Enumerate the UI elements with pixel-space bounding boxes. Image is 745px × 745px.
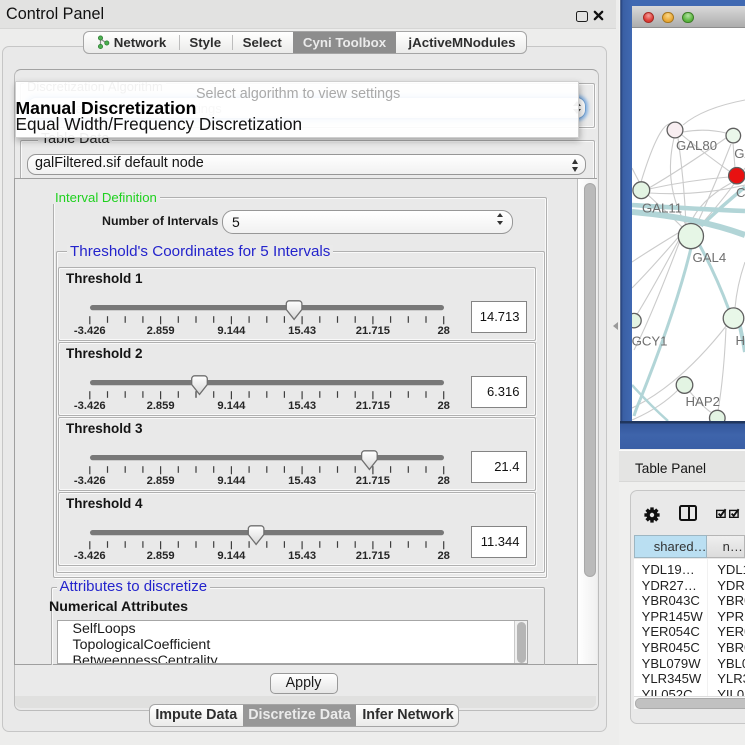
svg-text:GCY1: GCY1 <box>632 334 668 349</box>
svg-text:CY: CY <box>736 185 745 200</box>
svg-text:GA: GA <box>734 146 745 161</box>
svg-text:HAP2: HAP2 <box>686 394 720 409</box>
svg-text:GAL4: GAL4 <box>693 250 727 265</box>
svg-text:GAL80: GAL80 <box>676 138 717 153</box>
svg-text:GAL11: GAL11 <box>642 201 682 216</box>
svg-text:H: H <box>736 333 745 348</box>
